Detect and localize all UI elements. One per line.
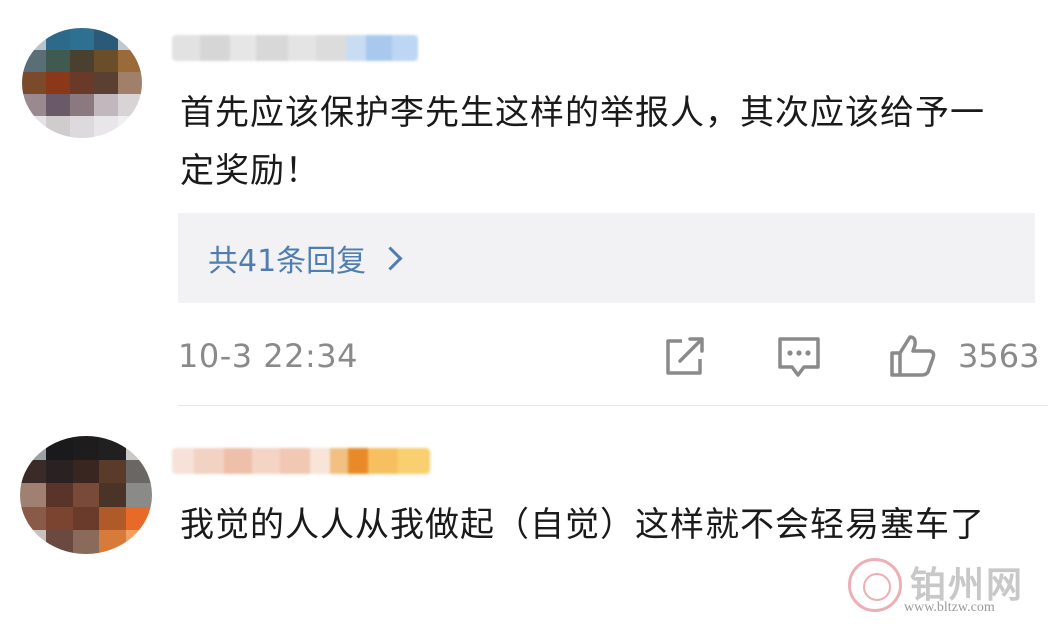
- share-icon: [666, 337, 704, 375]
- avatar[interactable]: [22, 28, 142, 138]
- comment-text: 首先应该保护李先生这样的举报人，其次应该给予一定奖励！: [180, 93, 985, 191]
- watermark: 铂州网 www.bltzw.com: [848, 556, 1044, 622]
- replies-link[interactable]: 共41条回复: [178, 213, 1035, 303]
- comment-text: 我觉的人人从我做起（自觉）这样就不会轻易塞车了: [180, 505, 985, 545]
- share-button[interactable]: [662, 335, 708, 383]
- divider: [178, 405, 1048, 406]
- watermark-seal-icon: [848, 558, 902, 612]
- like-count: 3563: [958, 337, 1040, 375]
- comment-icon: [778, 337, 820, 377]
- username-blurred[interactable]: [172, 448, 430, 474]
- like-button[interactable]: [888, 333, 938, 383]
- chevron-right-icon: [378, 245, 403, 271]
- comment-meta-row: 10-3 22:34 3563: [178, 333, 1040, 383]
- replies-count-label: 共41条回复: [208, 244, 367, 279]
- comment-button[interactable]: [776, 335, 822, 383]
- avatar[interactable]: [20, 436, 152, 554]
- timestamp: 10-3 22:34: [178, 337, 359, 375]
- username-blurred[interactable]: [172, 35, 418, 61]
- watermark-url: www.bltzw.com: [904, 600, 995, 615]
- thumbs-up-icon: [890, 335, 936, 377]
